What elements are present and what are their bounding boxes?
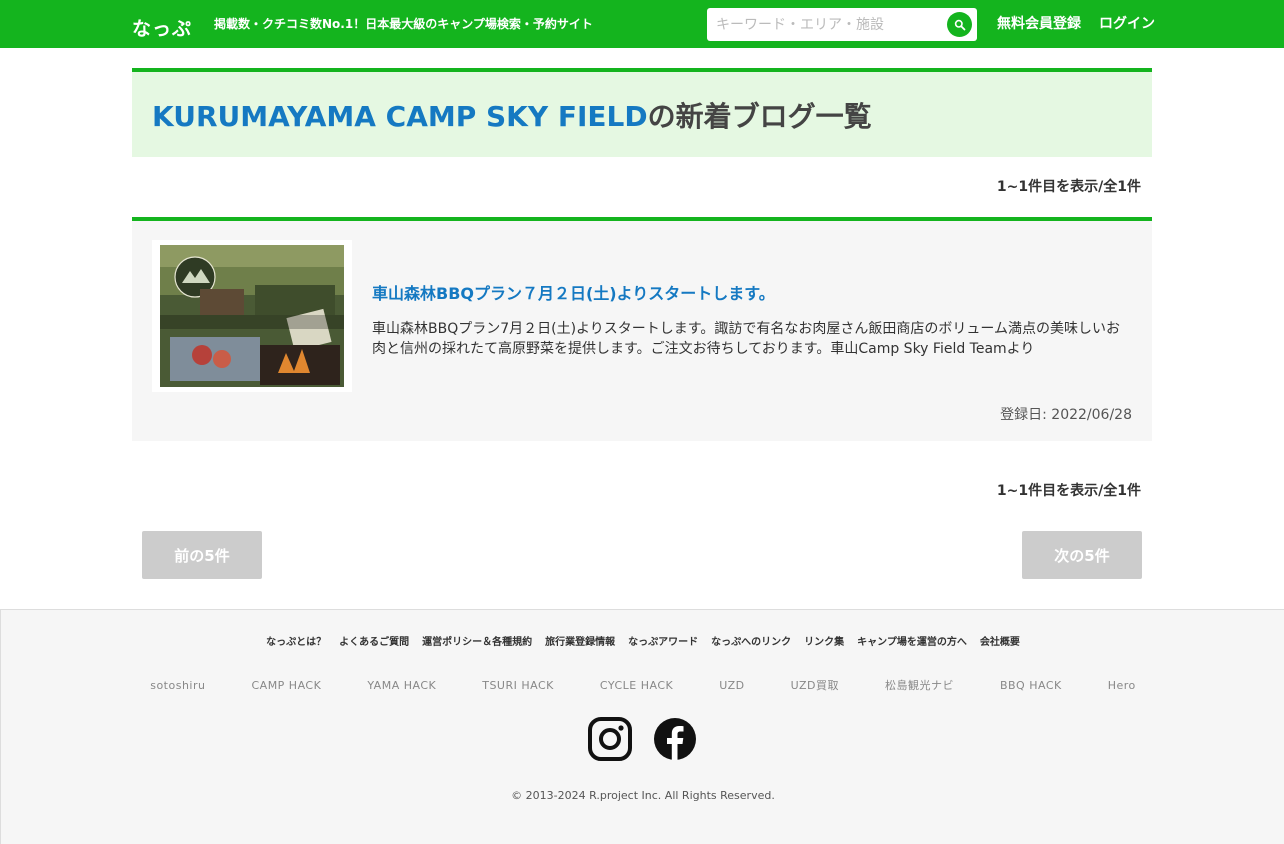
site-header: なっぷ 掲載数・クチコミ数No.1！日本最大級のキャンプ場検索・予約サイト 無料…: [0, 0, 1284, 48]
post-date: 登録日: 2022/06/28: [1000, 407, 1132, 423]
search-icon: [954, 19, 965, 30]
footer-link-faq[interactable]: よくあるご質問: [339, 636, 409, 650]
partner-link-tsuri-hack[interactable]: TSURI HACK: [482, 678, 554, 694]
partner-link-bbq-hack[interactable]: BBQ HACK: [1000, 678, 1062, 694]
page-title-panel: KURUMAYAMA CAMP SKY FIELDの新着ブログ一覧: [132, 68, 1152, 157]
login-link[interactable]: ログイン: [1099, 15, 1155, 33]
footer-nav: なっぷとは？ よくあるご質問 運営ポリシー＆各種規約 旅行業登録情報 なっぷアワ…: [1, 636, 1284, 650]
page-title-suffix: の新着ブログ一覧: [647, 100, 872, 133]
partner-link-uzd-kaitori[interactable]: UZD買取: [791, 678, 839, 694]
footer-link-links[interactable]: リンク集: [804, 636, 844, 650]
footer-link-about[interactable]: なっぷとは？: [266, 636, 326, 650]
footer-link-travel-registration[interactable]: 旅行業登録情報: [545, 636, 615, 650]
partner-link-cycle-hack[interactable]: CYCLE HACK: [600, 678, 673, 694]
blog-post-card[interactable]: 車山森林BBQプラン７月２日(土)よりスタートします。 車山森林BBQプラン7月…: [132, 217, 1152, 441]
post-title-link[interactable]: 車山森林BBQプラン７月２日(土)よりスタートします。: [372, 283, 775, 305]
facebook-icon[interactable]: [653, 717, 697, 761]
partner-link-hero[interactable]: Hero: [1108, 678, 1136, 694]
result-count-bottom: 1~1件目を表示/全1件: [996, 483, 1141, 499]
site-footer: なっぷとは？ よくあるご質問 運営ポリシー＆各種規約 旅行業登録情報 なっぷアワ…: [0, 609, 1284, 844]
result-count-top: 1~1件目を表示/全1件: [996, 179, 1141, 195]
site-tagline: 掲載数・クチコミ数No.1！日本最大級のキャンプ場検索・予約サイト: [214, 17, 593, 31]
partner-link-sotoshiru[interactable]: sotoshiru: [150, 678, 205, 694]
search-box: [707, 8, 977, 41]
footer-link-award[interactable]: なっぷアワード: [628, 636, 698, 650]
partner-nav: sotoshiru CAMP HACK YAMA HACK TSURI HACK…: [1, 678, 1284, 694]
footer-link-company[interactable]: 会社概要: [980, 636, 1020, 650]
partner-link-uzd[interactable]: UZD: [719, 678, 744, 694]
partner-link-yama-hack[interactable]: YAMA HACK: [367, 678, 436, 694]
site-logo[interactable]: なっぷ: [132, 16, 192, 42]
search-input[interactable]: [707, 8, 943, 41]
partner-link-matsushima-navi[interactable]: 松島観光ナビ: [885, 678, 954, 694]
partner-link-camp-hack[interactable]: CAMP HACK: [251, 678, 321, 694]
next-page-button[interactable]: 次の5件: [1022, 531, 1142, 579]
copyright: © 2013-2024 R.project Inc. All Rights Re…: [511, 789, 775, 802]
prev-page-button[interactable]: 前の5件: [142, 531, 262, 579]
footer-link-for-operators[interactable]: キャンプ場を運営の方へ: [857, 636, 967, 650]
post-excerpt: 車山森林BBQプラン7月２日(土)よりスタートします。諏訪で有名なお肉屋さん飯田…: [372, 321, 1120, 357]
footer-link-link-to-us[interactable]: なっぷへのリンク: [711, 636, 791, 650]
instagram-icon[interactable]: [588, 717, 632, 761]
search-button[interactable]: [947, 12, 972, 37]
post-thumbnail[interactable]: [152, 240, 352, 392]
campsite-name[interactable]: KURUMAYAMA CAMP SKY FIELD: [152, 100, 648, 133]
page-title: KURUMAYAMA CAMP SKY FIELDの新着ブログ一覧: [152, 98, 872, 136]
post-thumbnail-image: [160, 245, 344, 387]
register-link[interactable]: 無料会員登録: [997, 15, 1081, 33]
footer-link-policy[interactable]: 運営ポリシー＆各種規約: [422, 636, 532, 650]
